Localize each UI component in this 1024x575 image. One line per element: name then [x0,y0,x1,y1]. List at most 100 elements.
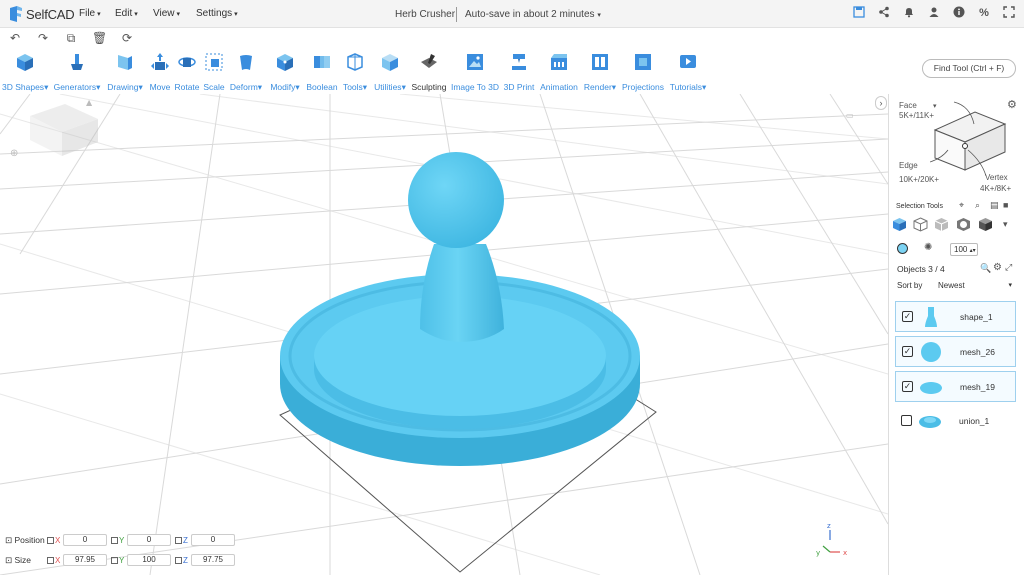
lock-x-checkbox[interactable] [47,536,54,544]
brush-pattern-icon[interactable]: ✺ [924,242,932,253]
history-toolbar: ↶ ↷ ⧉ 🗑 ⟳ [8,31,134,46]
size-y-input[interactable]: 100 [127,554,171,566]
edge-count: 10K+/20K+ [899,175,940,184]
tool-move[interactable]: Move [148,52,172,92]
tool-label: Rotate [174,82,200,92]
tool-boolean[interactable]: Boolean [305,52,339,92]
fullscreen-icon[interactable] [1002,6,1016,20]
tool-sculpting[interactable]: Sculpting [411,52,447,92]
user-icon[interactable] [927,6,941,20]
object-checkbox[interactable]: ✓ [902,381,913,392]
share-icon[interactable] [877,6,891,20]
document-title[interactable]: Herb Crusher [395,9,455,20]
size-z-input[interactable]: 97.75 [191,554,235,566]
disc-thumbnail [920,382,942,394]
tool-3d-print[interactable]: 3D Print [503,52,535,92]
tool-render[interactable]: Render▾ [583,52,617,93]
tool-rotate[interactable]: Rotate [174,52,200,92]
list-item[interactable]: union_1 [895,406,1016,437]
modify-icon [277,54,293,71]
refresh-icon[interactable]: ⟳ [120,31,134,46]
tool-tutorials[interactable]: Tutorials▾ [668,52,708,93]
expand-icon[interactable]: ⤢ [1005,262,1012,273]
lock-z-checkbox[interactable] [175,556,182,564]
tool-image-to-3d[interactable]: Image To 3D [450,52,500,92]
find-tool-input[interactable]: Find Tool (Ctrl + F) [922,59,1016,78]
position-z-input[interactable]: 0 [191,534,235,546]
brush-size-input[interactable]: 100 ▴▾ [950,243,978,256]
select-wire-cube-icon[interactable] [913,217,928,232]
vertex-count: 4K+/8K+ [980,184,1012,193]
menu-file[interactable]: File ▾ [79,8,101,19]
printer-icon [512,54,526,70]
autosave-status[interactable]: Auto-save in about 2 minutes ▾ [465,9,601,20]
herb-crusher-model[interactable] [280,152,640,466]
object-checkbox[interactable]: ✓ [902,311,913,322]
axis-z-label: Z [183,555,188,565]
select-similar-icon[interactable]: ▤ [990,200,999,211]
pan-icon[interactable]: ⊕ [10,148,18,159]
menu-settings[interactable]: Settings ▾ [196,8,238,19]
tool-label: Image To 3D [450,82,500,92]
scene-canvas[interactable]: ▲ ⊕ ▭ z x y [0,94,888,575]
lock-y-checkbox[interactable] [111,536,118,544]
sphere-thumbnail [921,342,941,362]
delete-icon[interactable]: 🗑 [92,31,107,46]
select-sphere-icon[interactable] [956,217,971,232]
object-checkbox[interactable] [901,415,912,426]
tool-modify[interactable]: Modify▾ [267,52,303,93]
select-all-icon[interactable]: ■ [1003,200,1008,210]
menu-edit[interactable]: Edit ▾ [115,8,138,19]
gear-icon[interactable]: ⚙ [993,262,1002,273]
tool-tools[interactable]: Tools▾ [341,52,369,93]
edge-label[interactable]: Edge [899,161,918,170]
tool-label: 3D Shapes▾ [2,82,49,92]
selection-mode-cube-icon[interactable] [930,100,1010,180]
undo-icon[interactable]: ↶ [8,31,22,46]
tool-label: Generators▾ [53,82,101,92]
list-item[interactable]: ✓ mesh_19 [895,371,1016,402]
sort-select[interactable]: Newest ▾ [938,281,1014,290]
redo-icon[interactable]: ↷ [36,31,50,46]
app-logo[interactable]: SelfCAD [8,5,75,23]
position-y-input[interactable]: 0 [127,534,171,546]
tool-generators[interactable]: Generators▾ [52,52,102,93]
search-icon[interactable]: 🔍 [980,263,991,274]
vertex-label[interactable]: Vertex [985,173,1008,182]
paint-select-icon[interactable]: ⌕ [975,200,980,211]
orientation-marker-icon: ▭ [846,111,854,120]
chevron-down-icon[interactable]: ▾ [1003,219,1008,230]
size-x-input[interactable]: 97.95 [63,554,107,566]
tool-projections[interactable]: Projections [621,52,665,92]
tool-label: Drawing▾ [107,82,143,92]
lock-x-checkbox[interactable] [47,556,54,564]
select-mesh-cube-icon[interactable] [934,217,949,232]
3d-viewport[interactable]: ▲ ⊕ ▭ z x y [0,94,888,575]
tool-deform[interactable]: Deform▾ [228,52,264,93]
object-checkbox[interactable]: ✓ [902,346,913,357]
lock-z-checkbox[interactable] [175,536,182,544]
lasso-icon[interactable]: ⌖ [959,200,964,211]
lock-y-checkbox[interactable] [111,556,118,564]
list-item[interactable]: ✓ mesh_26 [895,336,1016,367]
tool-utilities[interactable]: Utilities▾ [371,52,409,93]
tool-scale[interactable]: Scale [203,52,225,92]
brush-circle-icon[interactable] [897,243,908,254]
position-x-input[interactable]: 0 [63,534,107,546]
copy-icon[interactable]: ⧉ [64,31,78,46]
select-solid-cube-icon[interactable] [978,217,993,232]
percent-icon[interactable]: % [977,6,991,20]
bell-icon[interactable] [902,6,916,20]
info-icon[interactable] [952,6,966,20]
save-icon[interactable] [852,6,866,20]
menu-view[interactable]: View ▾ [153,8,180,19]
object-name: shape_1 [960,312,993,322]
collapse-panel-icon[interactable]: › [875,96,887,110]
tool-animation[interactable]: Animation [538,52,580,92]
list-item[interactable]: ✓ shape_1 [895,301,1016,332]
tool-3d-shapes[interactable]: 3D Shapes▾ [2,52,48,93]
view-cube[interactable] [30,104,98,156]
tool-label: Render▾ [583,82,617,92]
tool-drawing[interactable]: Drawing▾ [106,52,144,93]
select-face-cube-icon[interactable] [892,217,907,232]
